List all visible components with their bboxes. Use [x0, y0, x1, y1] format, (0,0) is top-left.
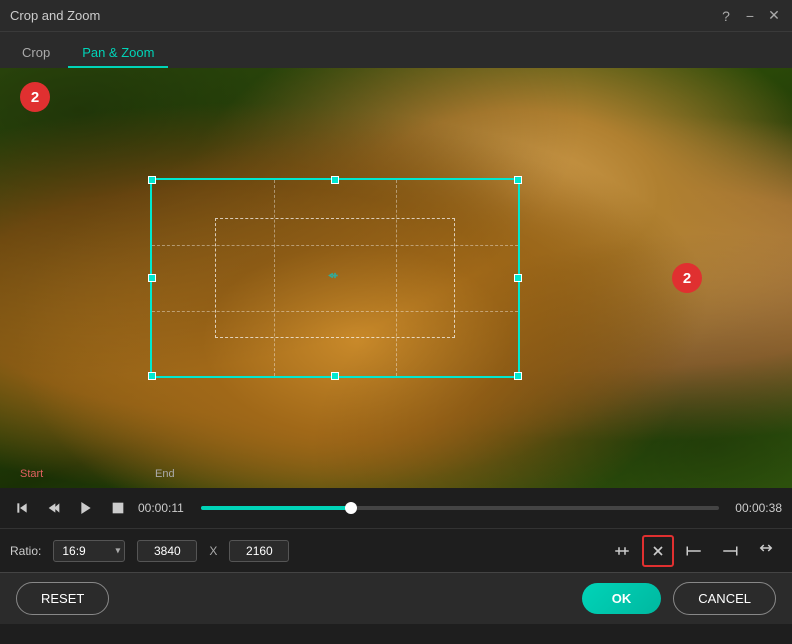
- help-button[interactable]: ?: [718, 8, 734, 24]
- width-input[interactable]: [137, 540, 197, 562]
- flip-button[interactable]: [750, 535, 782, 567]
- crop-handle-bottom-left[interactable]: [148, 372, 156, 380]
- crop-selection-box[interactable]: [150, 178, 520, 378]
- reset-button[interactable]: RESET: [16, 582, 109, 615]
- window-title: Crop and Zoom: [10, 8, 100, 23]
- ok-button[interactable]: OK: [582, 583, 662, 614]
- badge-end-number: 2: [672, 263, 702, 293]
- titlebar: Crop and Zoom ? − ✕: [0, 0, 792, 32]
- ratio-select[interactable]: 16:9 4:3 1:1 9:16 Custom: [53, 540, 125, 562]
- time-total: 00:00:38: [727, 501, 782, 515]
- crop-handle-top-right[interactable]: [514, 176, 522, 184]
- skip-back-button[interactable]: [10, 496, 34, 520]
- icon-bar: [606, 535, 782, 567]
- options-bar: Ratio: 16:9 4:3 1:1 9:16 Custom X: [0, 528, 792, 572]
- tabs-bar: Crop Pan & Zoom: [0, 32, 792, 68]
- stop-button[interactable]: [106, 496, 130, 520]
- crop-handle-top-mid[interactable]: [331, 176, 339, 184]
- crop-handle-mid-right[interactable]: [514, 274, 522, 282]
- video-controls: 00:00:11 00:00:38: [0, 488, 792, 528]
- align-right-button[interactable]: [714, 535, 746, 567]
- titlebar-controls: ? − ✕: [718, 8, 782, 24]
- crop-move-icon: [327, 268, 343, 289]
- crop-handle-bottom-mid[interactable]: [331, 372, 339, 380]
- progress-fill: [201, 506, 351, 510]
- label-start: Start: [20, 468, 43, 480]
- crop-handle-bottom-right[interactable]: [514, 372, 522, 380]
- height-input[interactable]: [229, 540, 289, 562]
- time-current: 00:00:11: [138, 501, 193, 515]
- action-buttons: OK CANCEL: [582, 582, 776, 615]
- cancel-button[interactable]: CANCEL: [673, 582, 776, 615]
- close-crop-button[interactable]: [642, 535, 674, 567]
- progress-thumb[interactable]: [345, 502, 357, 514]
- crop-handle-mid-left[interactable]: [148, 274, 156, 282]
- align-left-button[interactable]: [678, 535, 710, 567]
- tab-crop[interactable]: Crop: [8, 39, 64, 68]
- close-button[interactable]: ✕: [766, 8, 782, 24]
- bottom-bar: RESET OK CANCEL: [0, 572, 792, 624]
- tab-pan-zoom[interactable]: Pan & Zoom: [68, 39, 168, 68]
- ratio-select-wrapper: 16:9 4:3 1:1 9:16 Custom: [53, 540, 125, 562]
- label-end: End: [155, 468, 175, 480]
- ratio-label: Ratio:: [10, 544, 41, 558]
- x-separator: X: [209, 544, 217, 558]
- play-button[interactable]: [74, 496, 98, 520]
- badge-start-number: 2: [20, 82, 50, 112]
- step-back-button[interactable]: [42, 496, 66, 520]
- progress-bar[interactable]: [201, 506, 719, 510]
- minimize-button[interactable]: −: [742, 8, 758, 24]
- crop-handle-top-left[interactable]: [148, 176, 156, 184]
- video-preview: 2 2 Start End: [0, 68, 792, 488]
- distribute-button[interactable]: [606, 535, 638, 567]
